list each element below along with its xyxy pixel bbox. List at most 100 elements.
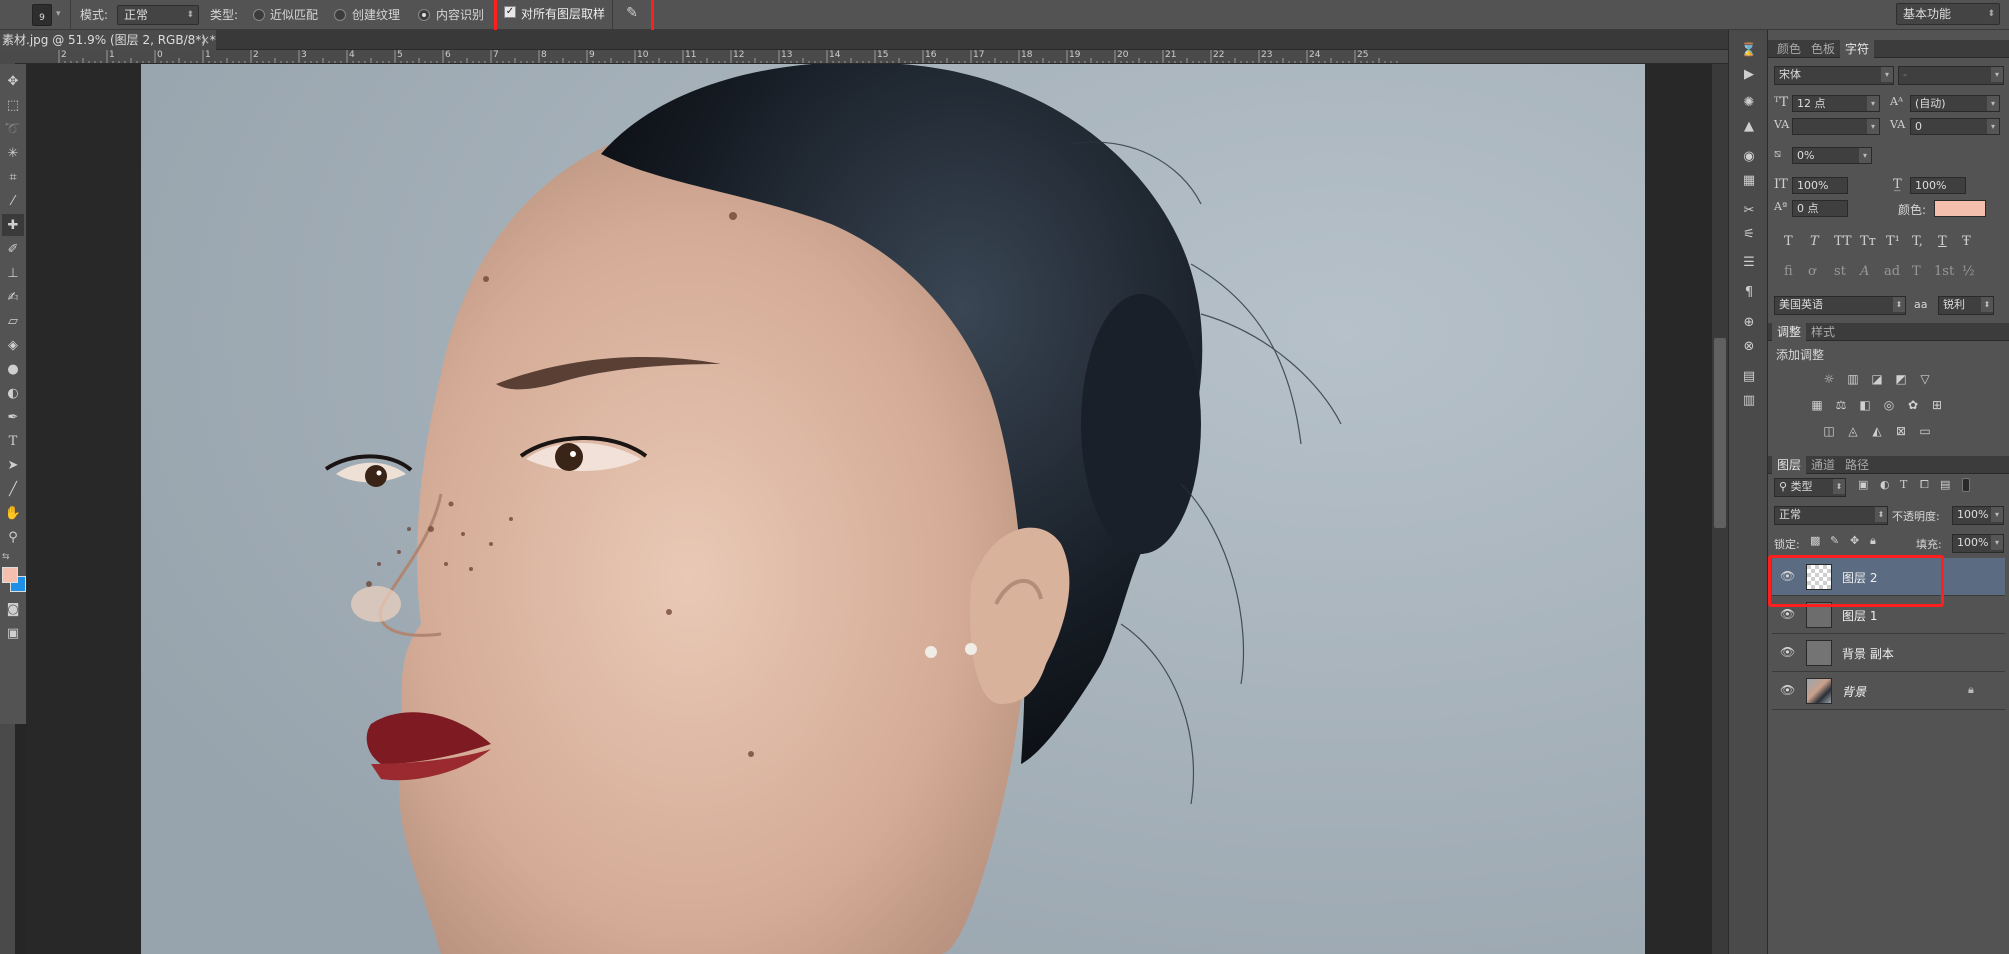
tab-paths[interactable]: 路径 [1840,456,1874,474]
move-tool-icon[interactable]: ✥ [2,70,24,92]
lasso-tool-icon[interactable]: ➰ [2,118,24,140]
radio-content-aware[interactable] [418,9,430,21]
pixel-filter-icon[interactable]: ▣ [1858,478,1868,491]
tab-layers[interactable]: 图层 [1772,456,1807,474]
lock-all-icon[interactable]: 🔒︎ [1870,534,1876,548]
tab-color[interactable]: 颜色 [1772,40,1806,58]
fill-field[interactable]: 100% ▾ [1952,534,2004,553]
smart-object-filter-icon[interactable]: ▤ [1940,478,1950,491]
fractions-button[interactable]: ½ [1962,264,1975,279]
type-tool-icon[interactable]: T [2,430,24,452]
swap-colors-icon[interactable]: ⇆ [2,552,20,562]
pen-tool-icon[interactable]: ✒ [2,406,24,428]
marquee-tool-icon[interactable]: ⬚ [2,94,24,116]
actions-play-icon[interactable]: ▶ [1739,66,1759,84]
vertical-scrollbar[interactable] [1712,64,1728,954]
layer-comps-icon[interactable]: ▤ [1739,368,1759,386]
selective-color-icon[interactable]: ⊠ [1892,424,1910,438]
subscript-button[interactable]: T, [1912,234,1923,249]
discretionary-ligatures-button[interactable]: st [1834,264,1846,279]
opacity-field[interactable]: 100% ▾ [1952,506,2004,525]
exposure-icon[interactable]: ◩ [1892,372,1910,386]
clone-source-icon[interactable]: ☰ [1739,254,1759,272]
color-balance-icon[interactable]: ⚖ [1832,398,1850,412]
canvas-area[interactable] [27,64,1728,954]
text-color-swatch[interactable] [1934,200,1986,217]
brush-preset-picker[interactable]: 9 ▾ [28,2,68,28]
faux-bold-button[interactable]: T [1784,234,1793,249]
eyedropper-tool-icon[interactable]: ⁄ [2,190,24,212]
scrollbar-thumb[interactable] [1714,338,1726,528]
hand-tool-icon[interactable]: ✋ [2,502,24,524]
color-lookup-icon[interactable]: ⊞ [1928,398,1946,412]
swash-button[interactable]: A [1860,264,1869,279]
paragraph-styles-icon[interactable]: ⊗ [1739,338,1759,356]
notes-icon[interactable]: ▥ [1739,392,1759,410]
invert-icon[interactable]: ◫ [1820,424,1838,438]
paragraph-icon[interactable]: ¶ [1739,284,1759,302]
workspace-dropdown[interactable]: 基本功能 ⬍ [1896,3,2000,25]
all-caps-button[interactable]: TT [1834,234,1852,249]
tab-channels[interactable]: 通道 [1806,456,1840,474]
zoom-tool-icon[interactable]: ⚲ [2,526,24,548]
eye-icon[interactable]: 👁︎ [1780,645,1795,659]
eraser-tool-icon[interactable]: ▱ [2,310,24,332]
quick-mask-icon[interactable]: ◙ [2,598,24,620]
brush-tool-icon[interactable]: ✐ [2,238,24,260]
lock-position-icon[interactable]: ✥ [1850,534,1859,547]
gradient-map-icon[interactable]: ▭ [1916,424,1934,438]
layer-filter-select[interactable]: ⚲ 类型 ⬍ [1774,478,1846,497]
radio-proximity-match[interactable] [253,9,265,21]
clone-stamp-tool-icon[interactable]: ⊥ [2,262,24,284]
language-select[interactable]: 美国英语 ⬍ [1774,296,1906,315]
tracking-field[interactable]: 0 ▾ [1910,118,2000,135]
path-selection-tool-icon[interactable]: ➤ [2,454,24,476]
ordinals-button[interactable]: 1st [1934,264,1954,279]
screen-mode-icon[interactable]: ▣ [2,622,24,644]
character-styles-icon[interactable]: ⊕ [1739,314,1759,332]
horizontal-scale-field[interactable]: 100% [1910,177,1966,194]
tab-adjustments[interactable]: 调整 [1772,323,1807,341]
adjustment-filter-icon[interactable]: ◐ [1880,478,1890,491]
ligatures-button[interactable]: fi [1784,264,1793,279]
shape-filter-icon[interactable]: ⧠ [1920,478,1929,492]
eye-icon[interactable]: 👁︎ [1780,607,1795,621]
eye-icon[interactable]: 👁︎ [1780,683,1795,697]
dodge-tool-icon[interactable]: ◐ [2,382,24,404]
history-icon[interactable]: ⌛ [1739,42,1759,60]
old-style-button[interactable]: ơ [1808,264,1816,279]
lock-transparent-icon[interactable]: ▩ [1810,534,1820,547]
radio-create-texture[interactable] [334,9,346,21]
brightness-contrast-icon[interactable]: ☼ [1820,372,1838,386]
line-tool-icon[interactable]: ╱ [2,478,24,500]
layer-row[interactable]: 👁︎ 背景 🔒︎ [1772,672,2005,710]
superscript-button[interactable]: T¹ [1886,234,1900,249]
lock-pixels-icon[interactable]: ✎ [1830,534,1839,547]
navigator-icon[interactable]: ▦ [1739,172,1759,190]
leading-field[interactable]: (自动) ▾ [1910,95,2000,112]
tool-presets-icon[interactable]: ✂ [1739,202,1759,220]
tab-character[interactable]: 字符 [1840,40,1875,58]
baseline-shift-field[interactable]: 0 点 [1792,200,1848,217]
horizontal-ruler[interactable]: 2 1 0 1 2 3 4 5 6 7 8 9 10 11 12 13 14 15 16 17 18 19 20 21 22 23… [15,50,1728,64]
font-family-select[interactable]: 宋体 ▾ [1774,66,1894,85]
levels-icon[interactable]: ▥ [1844,372,1862,386]
magic-wand-tool-icon[interactable]: ✳ [2,142,24,164]
healing-brush-tool-icon[interactable]: ✚ [2,214,24,236]
info-icon[interactable]: ◉ [1739,148,1759,166]
strikethrough-button[interactable]: Ŧ [1962,234,1971,249]
mode-dropdown[interactable]: 正常 ⬍ [117,5,199,25]
tab-swatches[interactable]: 色板 [1806,40,1840,58]
tsume-field[interactable]: 0% ▾ [1792,147,1872,164]
close-icon[interactable]: × [200,30,210,50]
posterize-icon[interactable]: ◬ [1844,424,1862,438]
underline-button[interactable]: T [1938,234,1947,249]
paint-bucket-tool-icon[interactable]: ◈ [2,334,24,356]
channel-mixer-icon[interactable]: ✿ [1904,398,1922,412]
brush-panel-icon[interactable]: ⚟ [1739,226,1759,244]
properties-icon[interactable]: ✺ [1739,94,1759,112]
kerning-field[interactable]: ▾ [1792,118,1880,135]
vibrance-icon[interactable]: ▽ [1916,372,1934,386]
threshold-icon[interactable]: ◭ [1868,424,1886,438]
vertical-scale-field[interactable]: 100% [1792,177,1848,194]
